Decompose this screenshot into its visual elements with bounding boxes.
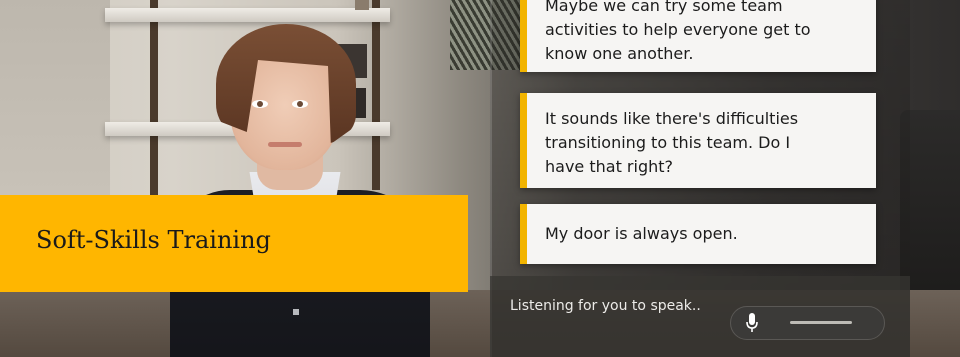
training-scene: Maybe we can try some team activities to… <box>0 0 960 357</box>
voice-level-meter <box>790 321 852 324</box>
response-option-1[interactable]: Maybe we can try some team activities to… <box>520 0 876 72</box>
shelf-top <box>105 8 390 22</box>
banner-title: Soft-Skills Training <box>36 226 271 254</box>
avatar-eye-left <box>252 100 268 108</box>
listening-status: Listening for you to speak.. <box>510 298 701 314</box>
response-option-3[interactable]: My door is always open. <box>520 204 876 264</box>
response-line: activities to help everyone get to <box>545 20 811 39</box>
virtual-avatar <box>150 22 450 357</box>
response-line: It sounds like there's difficulties <box>545 109 799 128</box>
vase <box>355 0 369 10</box>
response-line: transitioning to this team. Do I <box>545 133 791 152</box>
response-line: My door is always open. <box>545 224 738 243</box>
response-line: Maybe we can try some team <box>545 0 783 15</box>
response-line: have that right? <box>545 157 674 176</box>
avatar-mouth <box>268 142 302 147</box>
microphone-icon <box>746 313 758 332</box>
avatar-eye-right <box>292 100 308 108</box>
response-line: know one another. <box>545 44 694 63</box>
response-option-2[interactable]: It sounds like there's difficulties tran… <box>520 93 876 188</box>
